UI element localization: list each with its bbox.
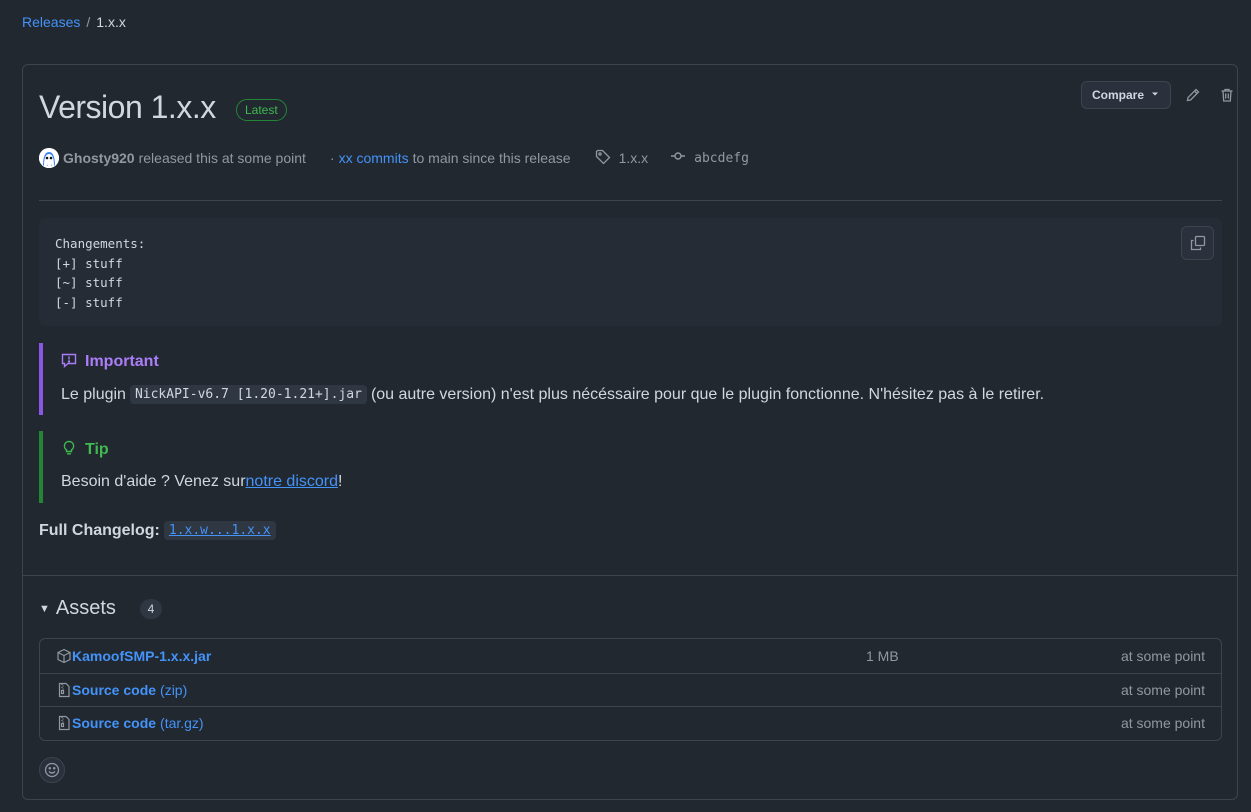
full-changelog: Full Changelog: 1.x.w...1.x.x — [39, 521, 276, 540]
latest-badge: Latest — [236, 99, 287, 121]
breadcrumb: Releases / 1.x.x — [22, 14, 126, 30]
release-notes-code: Changements: [+] stuff [~] stuff [-] stu… — [39, 218, 1222, 326]
commits-link[interactable]: xx commits — [339, 150, 409, 166]
tip-alert: Tip Besoin d'aide ? Venez sur notre disc… — [39, 431, 1222, 503]
asset-size: 1 MB — [866, 647, 899, 664]
important-text-before: Le plugin — [61, 385, 126, 403]
asset-row: Source code (zip) at some point — [40, 672, 1221, 707]
tip-title: Tip — [85, 441, 109, 458]
code-content: Changements: [+] stuff [~] stuff [-] stu… — [55, 236, 146, 310]
release-actions: Compare — [1080, 81, 1239, 109]
compare-label: Compare — [1091, 88, 1144, 102]
breadcrumb-releases-link[interactable]: Releases — [22, 14, 80, 30]
assets-header[interactable]: ▼ Assets 4 — [39, 597, 162, 620]
assets-count: 4 — [139, 598, 162, 619]
assets-title: Assets — [55, 597, 116, 619]
tip-header: Tip — [61, 431, 1222, 465]
breadcrumb-current: 1.x.x — [96, 14, 126, 30]
assets-divider — [23, 575, 1237, 576]
compare-button[interactable]: Compare — [1080, 81, 1171, 109]
tag-label: 1.x.x — [618, 150, 649, 166]
pencil-icon[interactable] — [1181, 83, 1205, 107]
important-text: Le plugin NickAPI-v6.7 [1.20-1.21+].jar (o… — [61, 385, 1222, 404]
important-alert: Important Le plugin NickAPI-v6.7 [1.20-1.… — [39, 343, 1222, 415]
important-header: Important — [61, 343, 1222, 377]
asset-row: KamoofSMP-1.x.x.jar 1 MB at some point — [40, 639, 1221, 673]
trash-icon[interactable] — [1215, 83, 1239, 107]
asset-time: at some point — [1120, 647, 1205, 664]
commit-icon — [670, 148, 686, 168]
release-title[interactable]: Version 1.x.x — [39, 89, 216, 126]
release-card: Version 1.x.x Latest Compare Ghosty920 r… — [22, 64, 1238, 800]
released-text: released this at some point — [138, 150, 306, 166]
asset-time: at some point — [1120, 681, 1205, 698]
changelog-label: Full Changelog: — [39, 521, 160, 539]
avatar[interactable] — [39, 148, 59, 168]
discord-link[interactable]: notre discord — [246, 473, 339, 491]
asset-name-link[interactable]: Source code — [72, 715, 156, 731]
file-zip-icon — [56, 715, 72, 731]
asset-ext: (zip) — [160, 681, 188, 698]
dot-separator: · — [329, 150, 335, 166]
file-zip-icon — [56, 682, 72, 698]
changelog-link[interactable]: 1.x.w...1.x.x — [163, 521, 276, 540]
package-icon — [56, 648, 72, 664]
asset-row: Source code (tar.gz) at some point — [40, 706, 1221, 740]
tip-text: Besoin d'aide ? Venez sur notre discord … — [61, 473, 1222, 491]
assets-list: KamoofSMP-1.x.x.jar 1 MB at some point S… — [39, 638, 1222, 741]
copy-icon[interactable] — [1181, 226, 1214, 260]
tip-text-after: ! — [338, 473, 343, 490]
caret-down-icon — [1150, 88, 1160, 102]
commit[interactable]: abcdefg — [670, 148, 749, 168]
release-meta: Ghosty920 released this at some point · … — [39, 147, 1222, 169]
asset-ext: (tar.gz) — [160, 715, 204, 732]
tip-text-before: Besoin d'aide ? Venez sur — [61, 473, 246, 490]
triangle-down-icon: ▼ — [39, 602, 50, 615]
author-link[interactable]: Ghosty920 — [63, 150, 135, 166]
tag-icon — [595, 149, 611, 168]
plugin-name-code: NickAPI-v6.7 [1.20-1.21+].jar — [129, 385, 367, 404]
report-icon — [61, 352, 77, 373]
asset-time: at some point — [1120, 715, 1205, 732]
divider — [39, 200, 1222, 201]
commits-text: to main since this release — [412, 150, 571, 166]
breadcrumb-separator: / — [86, 14, 91, 30]
commit-sha: abcdefg — [694, 150, 749, 166]
tag[interactable]: 1.x.x — [595, 149, 649, 168]
important-title: Important — [85, 353, 159, 370]
light-bulb-icon — [61, 440, 77, 461]
smiley-icon[interactable] — [39, 757, 65, 783]
asset-name-link[interactable]: KamoofSMP-1.x.x.jar — [72, 648, 211, 664]
important-text-after: (ou autre version) n'est plus nécéssaire… — [370, 385, 1045, 403]
asset-name-link[interactable]: Source code — [72, 682, 156, 698]
